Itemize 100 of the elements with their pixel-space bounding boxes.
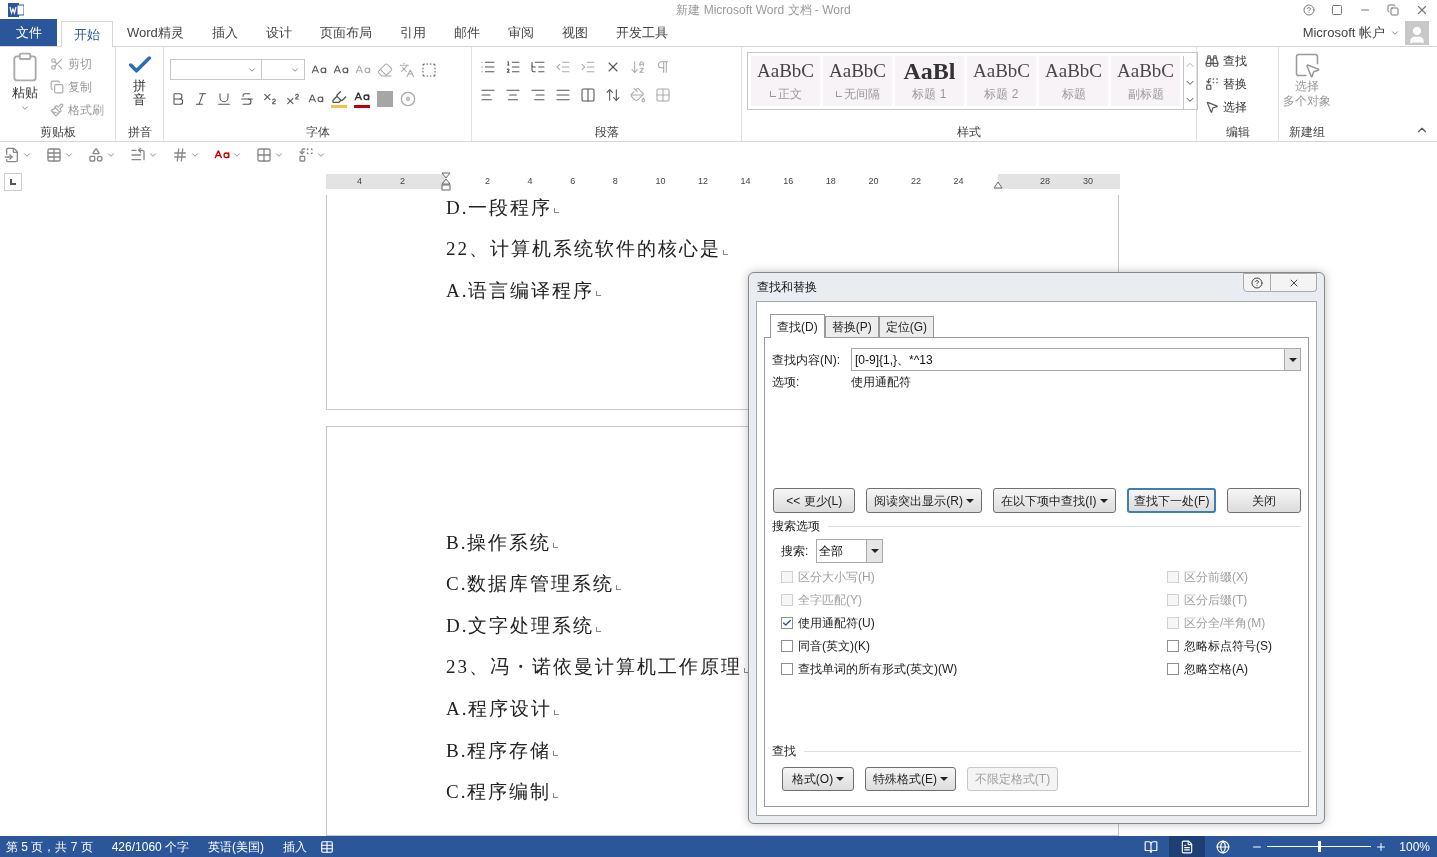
zoom-level[interactable]: 100% (1399, 837, 1430, 856)
ribbon-tab[interactable]: 页面布局 (305, 20, 386, 46)
sort-icon[interactable] (630, 59, 646, 75)
view-button[interactable] (1169, 836, 1206, 857)
bullets-icon[interactable] (480, 59, 496, 75)
options-value: 使用通配符 (851, 374, 911, 391)
dialog-tab[interactable]: 定位(G) (878, 316, 934, 337)
dialog-tab[interactable]: 替换(P) (824, 316, 879, 337)
align-left-icon[interactable] (480, 87, 496, 103)
checkbox[interactable] (781, 616, 793, 629)
close-button[interactable] (1271, 273, 1317, 292)
ribbon-tab[interactable]: 邮件 (439, 20, 494, 46)
line-spacing-icon[interactable] (605, 87, 621, 103)
tab-selector-icon[interactable] (4, 172, 22, 191)
dropdown-arrow-icon (1099, 498, 1108, 503)
editing-item[interactable]: 替换 (1205, 74, 1278, 94)
document-icon[interactable] (4, 147, 20, 163)
ribbon-tab[interactable]: Word精灵 (113, 20, 198, 46)
numbering-icon[interactable] (505, 59, 521, 75)
dialog-tab[interactable]: 查找(D) (770, 314, 825, 338)
style-item[interactable]: AaBbC 标题 2 (967, 56, 1036, 106)
style-item[interactable]: AaBbC 无间隔 (823, 56, 892, 106)
justify-icon[interactable] (555, 87, 571, 103)
eraser-icon[interactable] (377, 61, 393, 78)
highlighter-icon[interactable] (331, 89, 347, 108)
enclose-icon[interactable] (400, 90, 416, 107)
underline-icon[interactable] (216, 90, 232, 107)
editing-item[interactable]: 选择 (1205, 97, 1278, 117)
format-button[interactable]: 特殊格式(E) (865, 767, 956, 791)
dialog-button[interactable]: 查找下一处(F) (1127, 488, 1217, 513)
hash-icon[interactable] (172, 147, 188, 163)
style-item[interactable]: AaBbC 正文 (751, 56, 820, 106)
dialog-button[interactable]: 关闭 (1227, 488, 1301, 513)
style-item[interactable]: AaBbC 副标题 (1111, 56, 1180, 106)
pilcrow-icon[interactable] (655, 59, 671, 75)
paint-bucket-icon[interactable] (630, 87, 646, 103)
status-item[interactable]: 插入 (283, 837, 308, 856)
ribbon-tab[interactable]: 审阅 (493, 20, 548, 46)
zoom-in-icon[interactable] (1375, 840, 1388, 853)
checkbox[interactable] (781, 662, 793, 675)
ribbon-tab[interactable]: 设计 (251, 20, 306, 46)
align-right-icon[interactable] (530, 87, 546, 103)
ribbon-tab[interactable]: 开始 (61, 21, 113, 47)
help-icon[interactable] (1303, 4, 1315, 16)
italic-icon[interactable] (193, 90, 209, 107)
app-logo-icon[interactable] (8, 2, 24, 18)
font-name-field[interactable] (170, 59, 262, 80)
dialog-button[interactable]: 阅读突出显示(R) (866, 488, 982, 513)
macro-icon[interactable] (320, 839, 335, 854)
help-button[interactable] (1243, 273, 1271, 292)
pinyin-button[interactable]: 拼音 (125, 51, 154, 123)
replace-icon[interactable] (298, 147, 314, 163)
character-border-icon[interactable] (421, 61, 437, 78)
borders-icon[interactable] (655, 87, 671, 103)
style-item[interactable]: AaBbC 标题 (1039, 56, 1108, 106)
checkbox[interactable] (1167, 662, 1179, 675)
align-center-icon[interactable] (505, 87, 521, 103)
caret-icon (22, 150, 32, 160)
zoom-thumb[interactable] (1318, 841, 1322, 852)
ribbon-tab[interactable]: 视图 (547, 20, 602, 46)
file-tab[interactable]: 文件 (0, 19, 57, 46)
ribbon-tab[interactable]: 开发工具 (601, 20, 682, 46)
search-select[interactable]: 全部 (816, 538, 884, 563)
font-color-icon[interactable] (354, 89, 370, 108)
field-label: 查找内容(N): (772, 351, 841, 369)
caret-icon (64, 150, 74, 160)
ribbon-display-icon[interactable] (1331, 4, 1343, 16)
indent-marker-icon[interactable] (441, 172, 451, 192)
font-size-field[interactable] (261, 59, 305, 80)
shapes-icon[interactable] (88, 147, 104, 163)
grid-icon[interactable] (256, 147, 272, 163)
checkbox[interactable] (1167, 639, 1179, 652)
table-icon[interactable] (46, 147, 62, 163)
shading-icon[interactable] (377, 90, 393, 107)
paste-button[interactable]: 粘贴 (8, 51, 42, 123)
phonetic-guide-icon[interactable] (399, 61, 415, 78)
increase-indent-icon[interactable] (580, 59, 596, 75)
right-indent-marker-icon[interactable] (993, 181, 1003, 189)
list-icon[interactable] (130, 147, 146, 163)
bold-icon[interactable] (170, 90, 186, 107)
status-item[interactable]: 426/1060 个字 (111, 837, 190, 856)
account-name[interactable]: Microsoft 帐户 (1302, 22, 1385, 43)
style-item[interactable]: AaBl 标题 1 (895, 56, 964, 106)
find-field[interactable]: [0-9]{1,}、*^13 (851, 348, 1301, 371)
close-icon[interactable] (1415, 3, 1429, 17)
status-item[interactable]: 第 5 页，共 7 页 (6, 837, 93, 856)
multilevel-list-icon[interactable] (530, 59, 546, 75)
editing-item[interactable]: 查找 (1205, 51, 1278, 71)
zoom-slider[interactable] (1267, 841, 1372, 852)
checkbox[interactable] (781, 639, 793, 652)
strikethrough-icon[interactable] (239, 90, 255, 107)
paragraph-mark-icon (769, 91, 776, 97)
dialog-button[interactable]: 在以下项中查找(I) (992, 488, 1116, 513)
ribbon-tab[interactable]: 插入 (197, 20, 252, 46)
format-button[interactable]: 格式(O) (782, 767, 854, 791)
decrease-indent-icon[interactable] (555, 59, 571, 75)
ribbon-tab[interactable]: 引用 (385, 20, 440, 46)
status-item[interactable]: 英语(美国) (208, 837, 265, 856)
dialog-button[interactable]: << 更少(L) (773, 488, 856, 513)
restore-icon[interactable] (1387, 4, 1399, 16)
